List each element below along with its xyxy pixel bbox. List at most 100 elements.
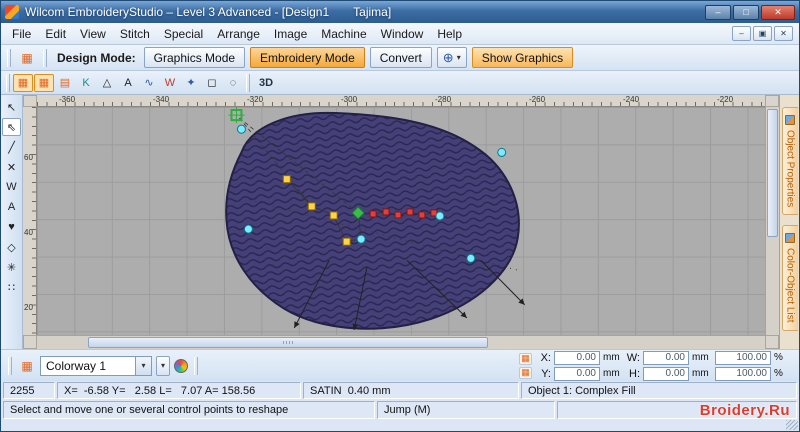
tab-object-properties[interactable]: Object Properties: [781, 107, 798, 216]
scale-y-input[interactable]: 100.00: [715, 366, 771, 381]
ruler-label: -360: [59, 95, 76, 104]
vertical-scrollbar-thumb[interactable]: [767, 109, 778, 237]
film-strip-icon[interactable]: ▤: [55, 74, 75, 92]
grid-points-tool[interactable]: ∷: [2, 278, 21, 296]
chevron-down-icon[interactable]: ▾: [135, 356, 151, 375]
menu-special[interactable]: Special: [157, 25, 210, 43]
hoop-globe-button[interactable]: ⊕ ▾: [436, 47, 467, 68]
y-input[interactable]: 0.00: [554, 366, 600, 381]
colorway-options-dropdown[interactable]: ▾: [156, 355, 170, 376]
scale-x-input[interactable]: 100.00: [715, 350, 771, 365]
size-icon[interactable]: ▦: [519, 366, 532, 379]
menu-view[interactable]: View: [73, 25, 113, 43]
star-tool[interactable]: ✳: [2, 258, 21, 276]
graphics-mode-button[interactable]: Graphics Mode: [143, 47, 246, 68]
ruler-label: -240: [623, 95, 640, 104]
pointer-info: X= -6.58 Y= 2.58 L= 7.07 A= 158.56: [57, 382, 301, 399]
y-unit: mm: [603, 368, 620, 379]
diamond-tool[interactable]: ◇: [2, 238, 21, 256]
letter-w-icon[interactable]: W: [160, 74, 180, 92]
minimize-button[interactable]: –: [705, 4, 731, 20]
toolbar-grip[interactable]: [43, 48, 47, 67]
embroidery-object[interactable]: [225, 111, 520, 330]
toolbar-grip[interactable]: [8, 356, 12, 375]
shape-tool[interactable]: ♥: [2, 218, 21, 236]
x-unit: mm: [603, 352, 620, 363]
menu-window[interactable]: Window: [374, 25, 431, 43]
toolbar-grip[interactable]: [6, 73, 10, 92]
scrollbar-corner: [765, 335, 779, 349]
menu-edit[interactable]: Edit: [38, 25, 73, 43]
child-minimize-button[interactable]: –: [732, 26, 751, 41]
stitch-edit-tool[interactable]: ╱: [2, 138, 21, 156]
width-input[interactable]: 0.00: [643, 350, 689, 365]
colorway-bar: ▦ Colorway 1 ▾ ▾ ▦ ▦ X: 0.00 mm W: 0.00 …: [1, 349, 799, 381]
app-icon: [5, 5, 19, 19]
chevron-down-icon: ▾: [456, 53, 461, 62]
position-icon[interactable]: ▦: [519, 352, 532, 365]
spark-icon[interactable]: ✦: [181, 74, 201, 92]
toolbar-grip[interactable]: [246, 73, 250, 92]
menu-file[interactable]: File: [5, 25, 38, 43]
3d-view-button[interactable]: 3D: [253, 74, 279, 92]
scale-y-unit: %: [774, 368, 783, 379]
show-graphics-button[interactable]: Show Graphics: [471, 47, 574, 68]
h-unit: mm: [692, 368, 709, 379]
horizontal-scrollbar[interactable]: [37, 335, 765, 349]
menu-image[interactable]: Image: [267, 25, 314, 43]
triangle-icon[interactable]: △: [97, 74, 117, 92]
w-label: W:: [626, 351, 640, 364]
object-info: Object 1: Complex Fill: [521, 382, 797, 399]
ruler-label: 40: [24, 228, 33, 237]
vertical-scrollbar[interactable]: [765, 107, 779, 335]
scrollbar-corner: [23, 335, 37, 349]
menu-arrange[interactable]: Arrange: [210, 25, 267, 43]
stitch-count: 2255: [3, 382, 55, 399]
tab-color-object-list[interactable]: Color-Object List: [781, 225, 798, 331]
monogram-tool[interactable]: A: [2, 198, 21, 216]
colorway-select[interactable]: Colorway 1 ▾: [40, 355, 152, 376]
y-label: Y:: [541, 367, 551, 380]
stitches-icon[interactable]: ▦: [13, 73, 33, 92]
resize-grip[interactable]: [786, 420, 798, 430]
menu-machine[interactable]: Machine: [314, 25, 373, 43]
toolbar-grip[interactable]: [7, 48, 11, 67]
square-outline-icon[interactable]: ◻: [202, 74, 222, 92]
child-close-button[interactable]: ✕: [774, 26, 793, 41]
select-tool[interactable]: ↖: [2, 98, 21, 116]
menu-help[interactable]: Help: [430, 25, 469, 43]
close-button[interactable]: ✕: [761, 4, 795, 20]
horizontal-ruler: -360 -340 -320 -300 -280 -260 -240 -220: [37, 95, 765, 107]
watermark-segment: Broidery.Ru: [557, 401, 797, 419]
knife-tool[interactable]: ✕: [2, 158, 21, 176]
lettering-tool[interactable]: W: [2, 178, 21, 196]
ruler-label: -340: [153, 95, 170, 104]
design-canvas[interactable]: [37, 107, 765, 335]
reshape-tool[interactable]: ⇖: [2, 118, 21, 136]
title-bar[interactable]: Wilcom EmbroideryStudio – Level 3 Advanc…: [1, 1, 799, 23]
palette-grid-icon[interactable]: ▦: [18, 358, 36, 374]
x-label: X:: [540, 351, 551, 364]
ruler-corner: [765, 95, 779, 107]
circle-outline-icon[interactable]: ◌: [223, 74, 243, 92]
x-input[interactable]: 0.00: [554, 350, 600, 365]
toolbar-grip[interactable]: [194, 356, 198, 375]
child-restore-button[interactable]: ▣: [753, 26, 772, 41]
scrollbar-grip[interactable]: [283, 341, 294, 344]
menu-stitch[interactable]: Stitch: [113, 25, 157, 43]
wave-icon[interactable]: ∿: [139, 74, 159, 92]
letter-k-icon[interactable]: K: [76, 74, 96, 92]
height-input[interactable]: 0.00: [643, 366, 689, 381]
horizontal-scrollbar-thumb[interactable]: [87, 337, 489, 348]
maximize-button[interactable]: □: [733, 4, 759, 20]
color-wheel-icon[interactable]: [174, 358, 188, 373]
letter-a-icon[interactable]: A: [118, 74, 138, 92]
patterns-icon[interactable]: ▦: [34, 73, 54, 92]
design-mode-label: Design Mode:: [57, 50, 136, 65]
mode-toolbar: ▦ Design Mode: Graphics Mode Embroidery …: [1, 45, 799, 71]
hint-text: Select and move one or several control p…: [3, 401, 375, 419]
ruler-corner: [23, 95, 37, 107]
stitch-grid-icon[interactable]: ▦: [18, 50, 36, 66]
convert-button[interactable]: Convert: [369, 47, 432, 68]
embroidery-mode-button[interactable]: Embroidery Mode: [250, 47, 365, 68]
